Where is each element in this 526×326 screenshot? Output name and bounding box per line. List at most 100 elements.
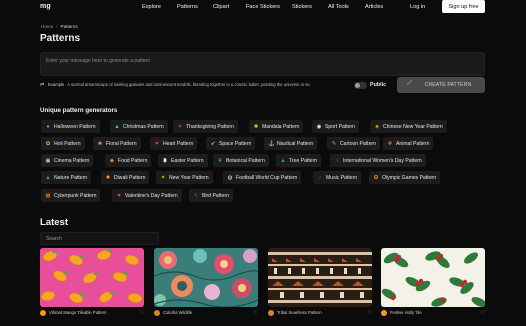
generator-chip[interactable]: ✶ New Year Pattern [156,171,213,184]
pattern-card[interactable]: Colorful Wildlife ♡ [154,248,258,326]
avatar[interactable] [381,309,387,316]
breadcrumb: Home / Patterns [41,24,78,29]
turkey-icon: ✦ [177,123,183,130]
generator-chip[interactable]: ✿ Holi Pattern [41,137,85,150]
generator-chip[interactable]: ❀ Floral Pattern [93,137,141,150]
search-input[interactable]: Search [40,232,159,245]
tree-icon: ▲ [114,123,120,130]
egg-icon: ⬮ [163,157,167,164]
site-logo[interactable]: mg [40,3,51,10]
example-text[interactable]: A surreal dreamscape of swirling galaxie… [67,82,310,87]
generator-chip[interactable]: ⬮ Easter Pattern [158,154,208,167]
top-navigation: mg Explore Patterns Clipart Face Sticker… [0,0,526,16]
generator-chip-label: New Year Pattern [169,174,209,181]
generator-chip[interactable]: ● Halloween Pattern [41,120,100,133]
generator-chip[interactable]: ♥ Valentine's Day Pattern [112,189,182,202]
pine-icon: ▲ [280,157,286,164]
card-meta: Vibrant Mango Tileable Pattern ♡ [40,309,144,316]
public-label: Public [370,82,387,88]
women-icon: ♀ [334,157,340,164]
card-caption[interactable]: Vibrant Mango Tileable Pattern [49,310,140,315]
generator-chip[interactable]: ✪ Olympic Games Pattern [369,171,441,184]
card-meta: Colorful Wildlife ♡ [154,309,258,316]
pattern-card[interactable]: Tribal Seamless Pattern ♡ [268,248,372,326]
generator-chip-label: Cartoon Pattern [340,140,376,147]
pattern-thumbnail[interactable] [381,248,485,307]
generator-chip[interactable]: ⚓ Nautical Pattern [264,137,318,150]
confetti-icon: ✶ [160,174,166,181]
avatar[interactable] [154,309,160,316]
pattern-card[interactable]: Vibrant Mango Tileable Pattern ♡ [40,248,144,326]
pattern-card[interactable]: Festive Holly Tile ♡ [381,248,485,326]
generator-chip[interactable]: ◉ Sport Pattern [312,120,360,133]
breadcrumb-home[interactable]: Home [41,24,53,29]
public-toggle[interactable] [354,82,367,89]
generator-chip[interactable]: ♣ Chinese New Year Pattern [370,120,447,133]
generator-chip-label: Halloween Pattern [54,123,96,130]
pattern-thumbnail[interactable] [40,248,144,307]
prompt-placeholder: Enter your message here to generate a pa… [46,58,150,64]
generator-chip[interactable]: ✦ Thanksgiving Pattern [173,120,238,133]
generator-chip[interactable]: ➴ Bird Pattern [189,189,233,202]
generator-chip[interactable]: ▲ Christmas Pattern [110,120,168,133]
pumpkin-icon: ● [46,123,50,130]
leaf-icon: ❦ [217,157,223,164]
generator-chip[interactable]: ▲ Tree Pattern [276,154,322,167]
generator-chip-label: Nautical Pattern [277,140,314,147]
like-icon[interactable]: ♡ [481,310,485,316]
create-pattern-label: CREATE PATTERN [424,82,472,88]
like-icon[interactable]: ♡ [140,310,144,316]
generator-chip[interactable]: ✹ Diwali Pattern [101,171,150,184]
nav-face-stickers[interactable]: Face Stickers [246,4,280,10]
anchor-icon: ⚓ [268,140,275,147]
generator-chip-label: Bird Pattern [202,192,229,199]
film-icon: ▣ [45,157,51,164]
generator-chip[interactable]: ▣ Cinema Pattern [41,154,94,167]
generator-chip[interactable]: ▲ Nature Pattern [41,171,92,184]
like-icon[interactable]: ♡ [368,310,372,316]
generator-chip-label: Chinese New Year Pattern [383,123,443,130]
generator-chip-label: Botanical Pattern [226,157,265,164]
generator-chip[interactable]: ♥ Heart Pattern [150,137,198,150]
generator-chip[interactable]: ✎ Cartoon Pattern [327,137,380,150]
generator-chip-label: Cyberpunk Pattern [54,192,97,199]
like-icon[interactable]: ♡ [254,310,258,316]
pattern-thumbnail[interactable] [268,248,372,307]
prompt-input[interactable]: Enter your message here to generate a pa… [40,52,485,76]
generator-chip[interactable]: ❦ Botanical Pattern [213,154,269,167]
avatar[interactable] [40,309,46,316]
page-title: Patterns [40,33,81,44]
heart-icon: ♥ [155,140,159,147]
generator-chip[interactable]: ♪ Music Pattern [313,171,362,184]
card-meta: Festive Holly Tile ♡ [381,309,485,316]
login-link[interactable]: Log in [410,4,425,10]
generator-chip[interactable]: ➶ Space Pattern [206,137,256,150]
generator-chip[interactable]: ❖ Animal Pattern [383,137,434,150]
avatar[interactable] [268,309,274,316]
signup-button[interactable]: Sign up free [442,0,485,13]
generator-chip[interactable]: ♀ International Women's Day Pattern [330,154,426,167]
generator-chip[interactable]: ◆ Food Pattern [105,154,152,167]
pattern-thumbnail[interactable] [154,248,258,307]
create-pattern-button[interactable]: ⟋ CREATE PATTERN [397,77,485,93]
card-caption[interactable]: Colorful Wildlife [163,310,254,315]
generator-chip-label: Olympic Games Pattern [382,174,437,181]
nav-explore[interactable]: Explore [142,4,161,10]
nav-clipart[interactable]: Clipart [213,4,229,10]
generator-chip[interactable]: ◍ Football World Cup Pattern [223,171,302,184]
mountain-icon: ▲ [45,174,51,181]
nav-patterns[interactable]: Patterns [177,4,198,10]
generator-chip-label: Space Pattern [219,140,252,147]
card-caption[interactable]: Tribal Seamless Pattern [277,310,368,315]
shuffle-icon[interactable]: ⇄ [40,82,45,87]
nav-articles[interactable]: Articles [365,4,383,10]
generator-chip-label: Food Pattern [118,157,148,164]
nav-stickers[interactable]: Stickers [292,4,312,10]
generator-chip-label: Heart Pattern [163,140,194,147]
magic-wand-icon: ⟋ [407,80,413,87]
generator-chip[interactable]: ✺ Mandala Pattern [249,120,304,133]
card-caption[interactable]: Festive Holly Tile [390,310,481,315]
nav-all-tools[interactable]: All Tools [328,4,349,10]
generator-chip-label: Music Pattern [326,174,358,181]
generator-chip[interactable]: ▦ Cyberpunk Pattern [41,189,101,202]
